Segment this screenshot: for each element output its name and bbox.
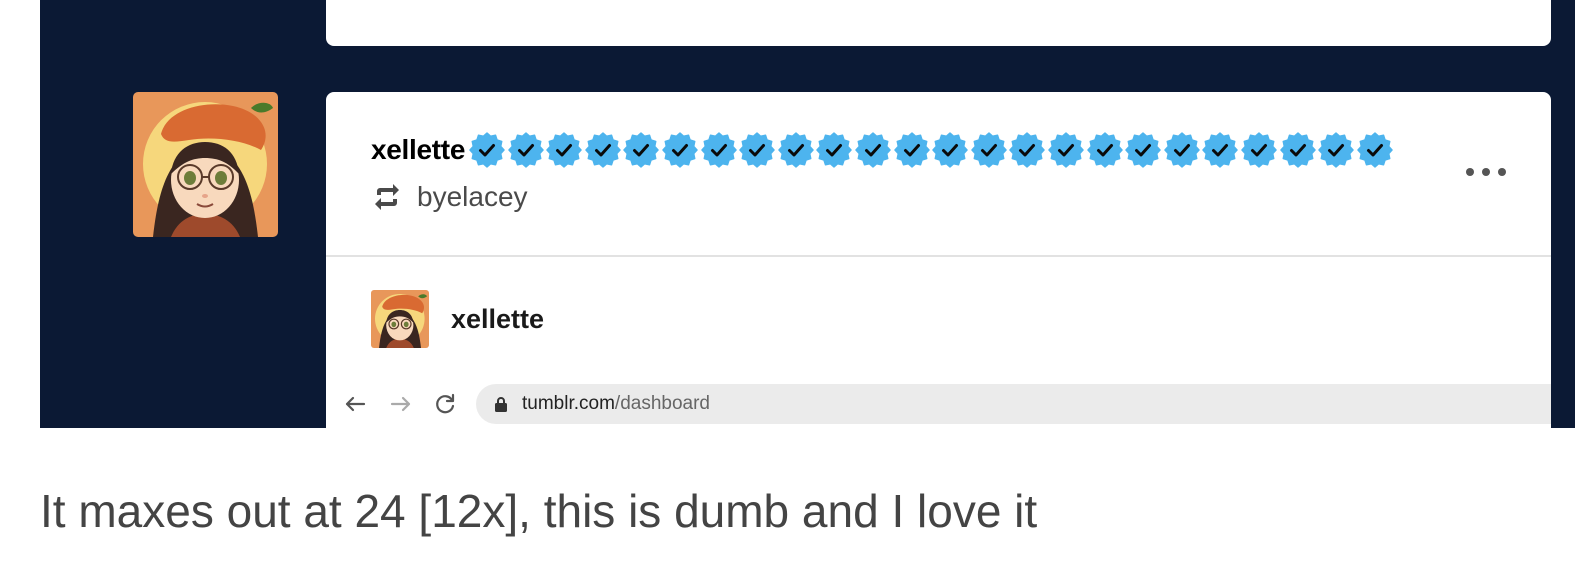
- verified-badge-icon: [1202, 132, 1239, 168]
- blog-name-row: xellette: [371, 132, 1395, 168]
- content-avatar[interactable]: [371, 290, 429, 348]
- verified-badge-icon: [546, 132, 583, 168]
- caption-text: It maxes out at 24 [12x], this is dumb a…: [40, 485, 1038, 537]
- forward-arrow-icon[interactable]: [388, 391, 414, 417]
- lock-icon: [495, 397, 507, 412]
- post-header: xellette byelacey: [326, 92, 1551, 255]
- post-content-author: xellette: [371, 290, 544, 348]
- blog-name-link[interactable]: xellette: [371, 134, 465, 166]
- verified-badge-icon: [700, 132, 737, 168]
- more-options-button[interactable]: [1462, 158, 1510, 186]
- reblog-source-link[interactable]: byelacey: [417, 181, 528, 213]
- verified-badge-icon: [1357, 132, 1393, 168]
- reblog-trail: byelacey: [371, 180, 528, 214]
- verified-badge-icon: [893, 132, 930, 168]
- url-path: /dashboard: [614, 393, 710, 414]
- reload-icon[interactable]: [432, 391, 458, 417]
- verified-badge-icon: [469, 132, 505, 168]
- verified-badge-icon: [855, 132, 891, 168]
- more-icon-dot: [1482, 168, 1490, 176]
- verified-badge-icon: [507, 132, 544, 168]
- verified-badge-icon: [739, 132, 776, 168]
- avatar[interactable]: [133, 92, 278, 237]
- verified-badge-icon: [662, 132, 698, 168]
- browser-toolbar: tumblr.com/dashboard: [326, 382, 1551, 426]
- verified-badge-icon: [1125, 132, 1161, 168]
- verified-badge-icon: [971, 132, 1007, 168]
- verified-badges: [469, 132, 1395, 168]
- verified-badge-icon: [1086, 132, 1123, 168]
- reblog-icon: [375, 184, 399, 210]
- post-card: xellette byelacey xellette tumblr.com /d…: [326, 92, 1551, 428]
- verified-badge-icon: [816, 132, 853, 168]
- url-host: tumblr.com: [522, 393, 615, 414]
- content-author-name[interactable]: xellette: [451, 304, 544, 335]
- more-icon-dot: [1466, 168, 1474, 176]
- previous-post-card: [326, 0, 1551, 46]
- verified-badge-icon: [623, 132, 660, 168]
- back-arrow-icon[interactable]: [342, 391, 368, 417]
- tumblr-dashboard: xellette byelacey xellette tumblr.com /d…: [40, 0, 1575, 428]
- verified-badge-icon: [1241, 132, 1277, 168]
- verified-badge-icon: [1279, 132, 1316, 168]
- verified-badge-icon: [1164, 132, 1200, 168]
- divider: [326, 255, 1551, 257]
- verified-badge-icon: [1318, 132, 1354, 168]
- verified-badge-icon: [778, 132, 814, 168]
- verified-badge-icon: [1048, 132, 1084, 168]
- avatar-illustration-small: [371, 290, 429, 348]
- verified-badge-icon: [585, 132, 621, 168]
- verified-badge-icon: [1009, 132, 1046, 168]
- address-bar[interactable]: tumblr.com/dashboard: [476, 384, 1551, 424]
- more-icon-dot: [1498, 168, 1506, 176]
- avatar-illustration: [133, 92, 278, 237]
- verified-badge-icon: [932, 132, 968, 168]
